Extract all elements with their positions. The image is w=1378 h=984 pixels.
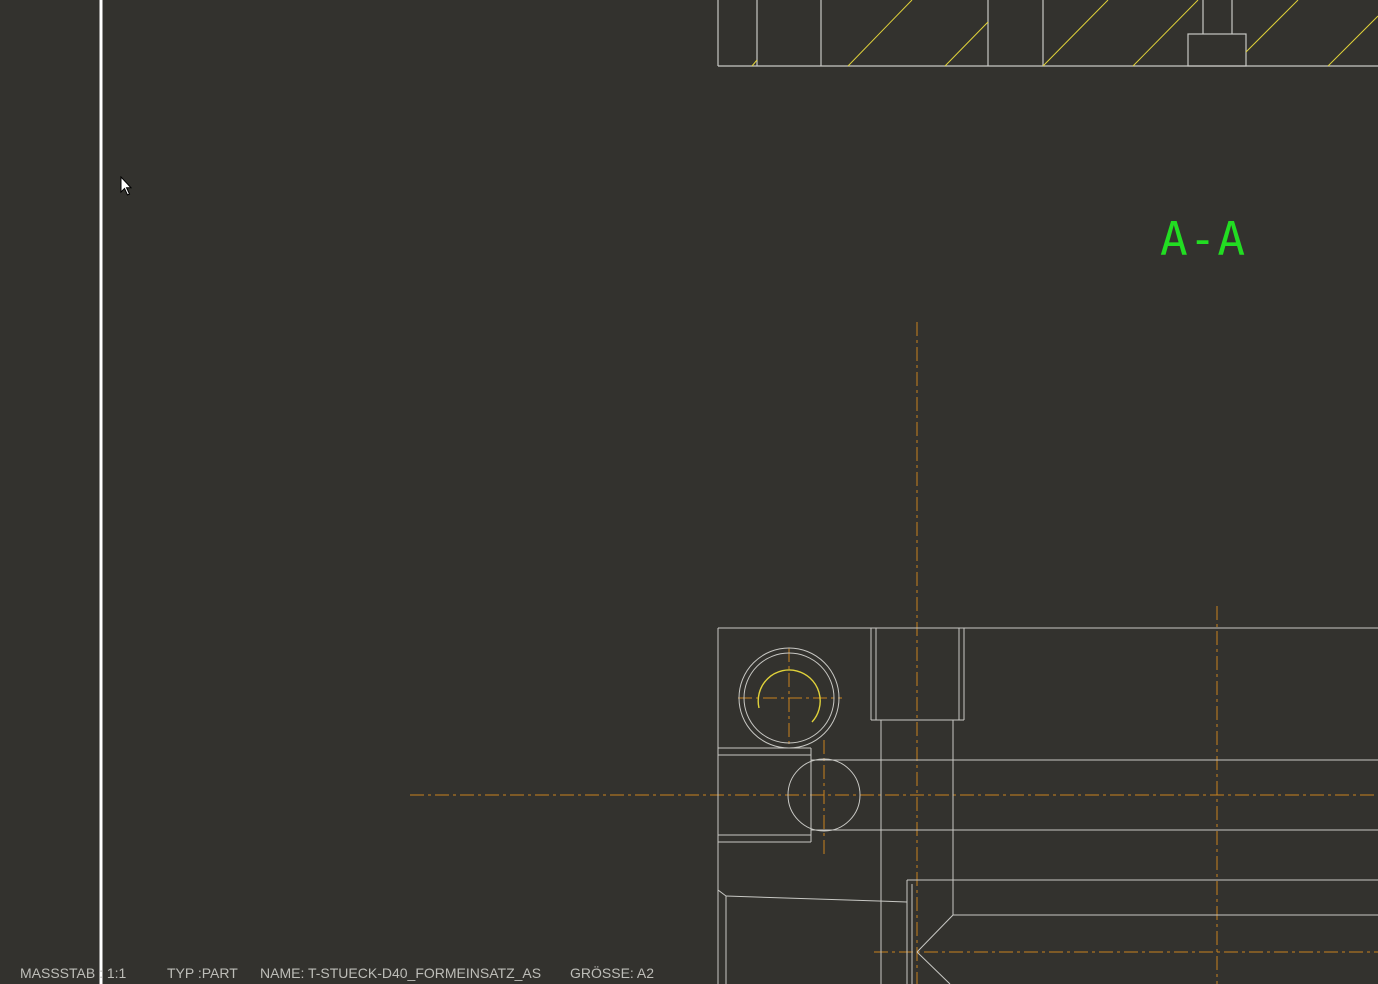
section-label-a-a: A-A <box>1160 212 1247 266</box>
drawing-canvas[interactable] <box>0 0 1378 984</box>
section-hatching <box>751 0 1378 67</box>
status-scale: MASSSTAB : 1:1 <box>20 965 127 981</box>
status-size: GRÖSSE: A2 <box>570 965 655 981</box>
lower-part-view[interactable] <box>717 627 1378 984</box>
top-section-view[interactable] <box>717 0 1378 67</box>
status-type: TYP :PART <box>167 965 238 981</box>
centerlines <box>410 322 1378 984</box>
status-name: NAME: T-STUECK-D40_FORMEINSATZ_AS <box>260 965 542 981</box>
mouse-cursor-icon <box>120 176 133 196</box>
